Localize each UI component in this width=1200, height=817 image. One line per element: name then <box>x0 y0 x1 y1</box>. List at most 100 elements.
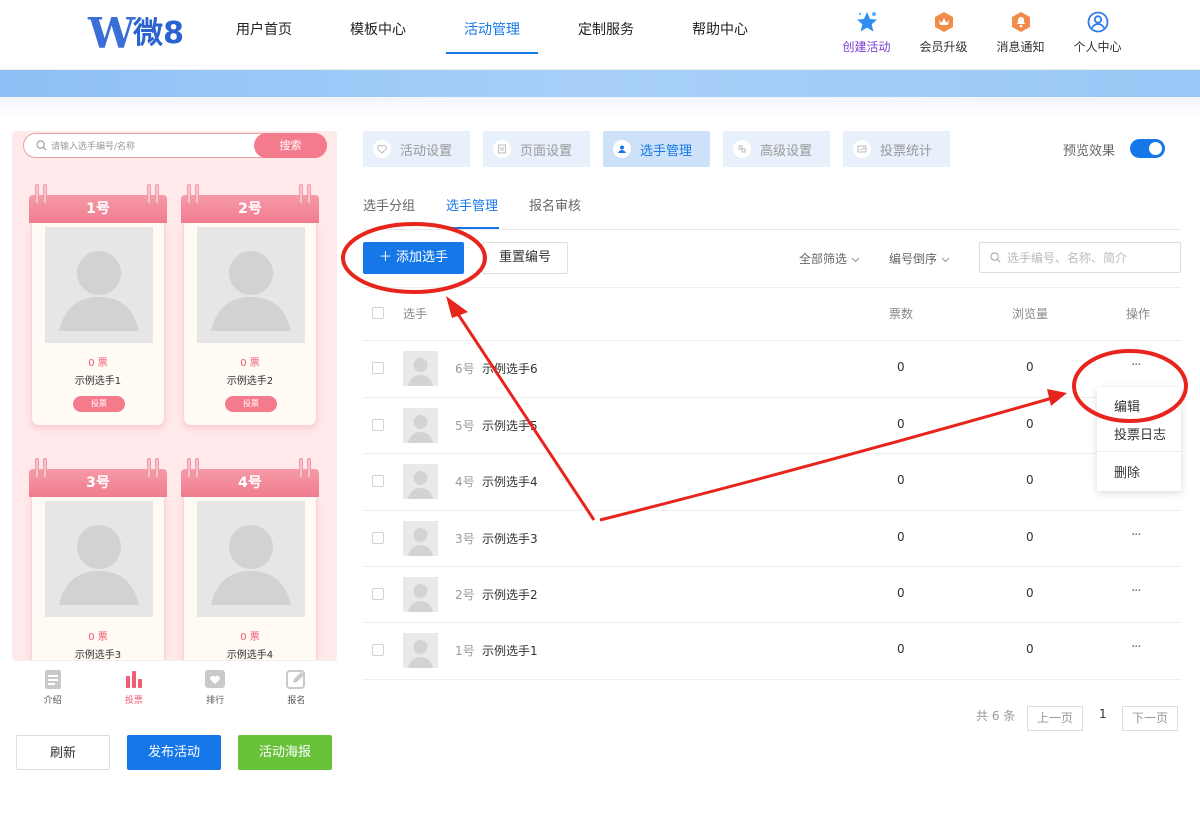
player-number: 2号 <box>455 588 475 602</box>
nav-help[interactable]: 帮助中心 <box>692 0 748 70</box>
preview-tab-signup[interactable]: 报名 <box>256 661 337 708</box>
nav-home[interactable]: 用户首页 <box>236 0 292 70</box>
reset-numbers-button[interactable]: 重置编号 <box>482 242 568 274</box>
player-number: 5号 <box>455 419 475 433</box>
preview-tab-intro[interactable]: 介绍 <box>12 661 93 708</box>
publish-activity-button[interactable]: 发布活动 <box>127 735 221 770</box>
logo[interactable]: W 微8 <box>88 12 188 56</box>
document-icon <box>12 667 93 691</box>
tab-page-settings[interactable]: 页面设置 <box>483 131 590 167</box>
more-actions-icon[interactable]: ··· <box>1131 640 1141 655</box>
tab-advanced-settings[interactable]: 高级设置 <box>723 131 830 167</box>
prev-page-button[interactable]: 上一页 <box>1027 706 1083 731</box>
calendar-ring-icon <box>299 184 303 204</box>
sort-dropdown[interactable]: 编号倒序 <box>889 250 950 267</box>
preview-tab-vote[interactable]: 投票 <box>93 661 174 708</box>
member-upgrade-button[interactable]: 会员升级 <box>905 10 982 55</box>
filter-all-dropdown[interactable]: 全部筛选 <box>799 250 860 267</box>
avatar <box>403 464 438 499</box>
card-body: 0 票 示例选手1 投票 <box>31 223 165 426</box>
vote-count: 0 <box>897 642 905 656</box>
vote-button[interactable]: 投票 <box>73 396 125 412</box>
avatar <box>403 408 438 443</box>
row-checkbox[interactable] <box>372 532 384 544</box>
personal-center-label: 个人中心 <box>1073 40 1122 54</box>
statistics-icon <box>853 140 871 158</box>
more-actions-icon[interactable]: ··· <box>1131 584 1141 599</box>
preview-search-input[interactable]: 请输入选手编号/名称 <box>51 139 254 152</box>
add-player-button[interactable]: ＋ 添加选手 <box>363 242 464 274</box>
menu-delete[interactable]: 删除 <box>1114 462 1140 481</box>
activity-poster-button[interactable]: 活动海报 <box>238 735 332 770</box>
create-activity-button[interactable]: 创建活动 <box>828 10 905 55</box>
current-page[interactable]: 1 <box>1099 707 1107 721</box>
calendar-ring-icon <box>155 184 159 204</box>
select-all-checkbox[interactable] <box>372 307 384 319</box>
subtab-player-groups[interactable]: 选手分组 <box>363 195 415 214</box>
notifications-button[interactable]: 消息通知 <box>982 10 1059 55</box>
preview-tab-ranking[interactable]: 排行 <box>175 661 256 708</box>
logo-w-icon: W <box>88 9 135 58</box>
table-row: 6号 示例选手6 0 0 ··· <box>363 340 1181 396</box>
personal-center-button[interactable]: 个人中心 <box>1059 10 1136 55</box>
player-name: 示例选手1 <box>482 644 538 658</box>
preview-effect-toggle[interactable] <box>1130 139 1165 158</box>
more-actions-icon[interactable]: ··· <box>1131 358 1141 373</box>
more-actions-icon[interactable]: ··· <box>1131 528 1141 543</box>
card-votes: 0 票 <box>240 632 260 643</box>
card-name: 示例选手4 <box>226 650 274 660</box>
menu-vote-log[interactable]: 投票日志 <box>1114 424 1166 443</box>
preview-card[interactable]: 2号 0 票 示例选手2 投票 <box>181 184 319 432</box>
nav-activity-management[interactable]: 活动管理 <box>446 0 538 70</box>
calendar-ring-icon <box>147 458 151 478</box>
tab-label: 选手管理 <box>640 143 693 159</box>
nav-templates[interactable]: 模板中心 <box>350 0 406 70</box>
table-row: 3号 示例选手3 0 0 ··· <box>363 510 1181 566</box>
vote-count: 0 <box>897 530 905 544</box>
player-name: 示例选手4 <box>482 475 538 489</box>
view-count: 0 <box>1026 360 1034 374</box>
vote-button[interactable]: 投票 <box>225 396 277 412</box>
row-checkbox[interactable] <box>372 644 384 656</box>
player-search-input[interactable]: 选手编号、名称、简介 <box>979 242 1181 273</box>
calendar-ring-icon <box>43 458 47 478</box>
refresh-button[interactable]: 刷新 <box>16 735 110 770</box>
row-checkbox[interactable] <box>372 419 384 431</box>
sub-tabs: 选手分组 选手管理 报名审核 <box>363 182 1181 230</box>
calendar-ring-icon <box>35 184 39 204</box>
subtab-player-management[interactable]: 选手管理 <box>444 195 500 229</box>
main-nav: 用户首页 模板中心 活动管理 定制服务 帮助中心 <box>236 0 806 70</box>
preview-search-bar: 请输入选手编号/名称 搜索 <box>23 133 327 158</box>
table-row: 5号 示例选手5 0 0 <box>363 397 1181 453</box>
tab-vote-statistics[interactable]: 投票统计 <box>843 131 950 167</box>
row-checkbox[interactable] <box>372 588 384 600</box>
search-icon <box>36 136 47 155</box>
card-votes: 0 票 <box>240 358 260 369</box>
notifications-label: 消息通知 <box>996 40 1045 54</box>
calendar-ring-icon <box>307 184 311 204</box>
tab-player-management[interactable]: 选手管理 <box>603 131 710 167</box>
player-search-placeholder: 选手编号、名称、简介 <box>1007 251 1128 265</box>
arrow-head-icon <box>446 296 468 318</box>
tab-activity-settings[interactable]: 活动设置 <box>363 131 470 167</box>
view-count: 0 <box>1026 473 1034 487</box>
card-body: 0 票 示例选手4 投票 <box>183 497 317 660</box>
table-divider <box>363 679 1181 680</box>
nav-custom-service[interactable]: 定制服务 <box>578 0 634 70</box>
row-checkbox[interactable] <box>372 362 384 374</box>
card-name: 示例选手3 <box>74 650 122 660</box>
preview-card[interactable]: 3号 0 票 示例选手3 投票 <box>29 458 167 660</box>
next-page-button[interactable]: 下一页 <box>1122 706 1178 731</box>
preview-tab-label: 报名 <box>287 696 306 706</box>
subtab-registration-review[interactable]: 报名审核 <box>529 195 581 214</box>
mobile-preview[interactable]: 请输入选手编号/名称 搜索 1号 0 票 示例选手1 投票 2号 0 票 示例选… <box>12 131 337 660</box>
bell-badge-icon <box>982 10 1059 34</box>
calendar-ring-icon <box>187 184 191 204</box>
preview-search-button[interactable]: 搜索 <box>254 133 327 158</box>
preview-card[interactable]: 1号 0 票 示例选手1 投票 <box>29 184 167 432</box>
chevron-down-icon <box>941 252 950 266</box>
header-player: 选手 <box>403 307 428 321</box>
row-checkbox[interactable] <box>372 475 384 487</box>
preview-card[interactable]: 4号 0 票 示例选手4 投票 <box>181 458 319 660</box>
menu-edit[interactable]: 编辑 <box>1114 396 1140 415</box>
